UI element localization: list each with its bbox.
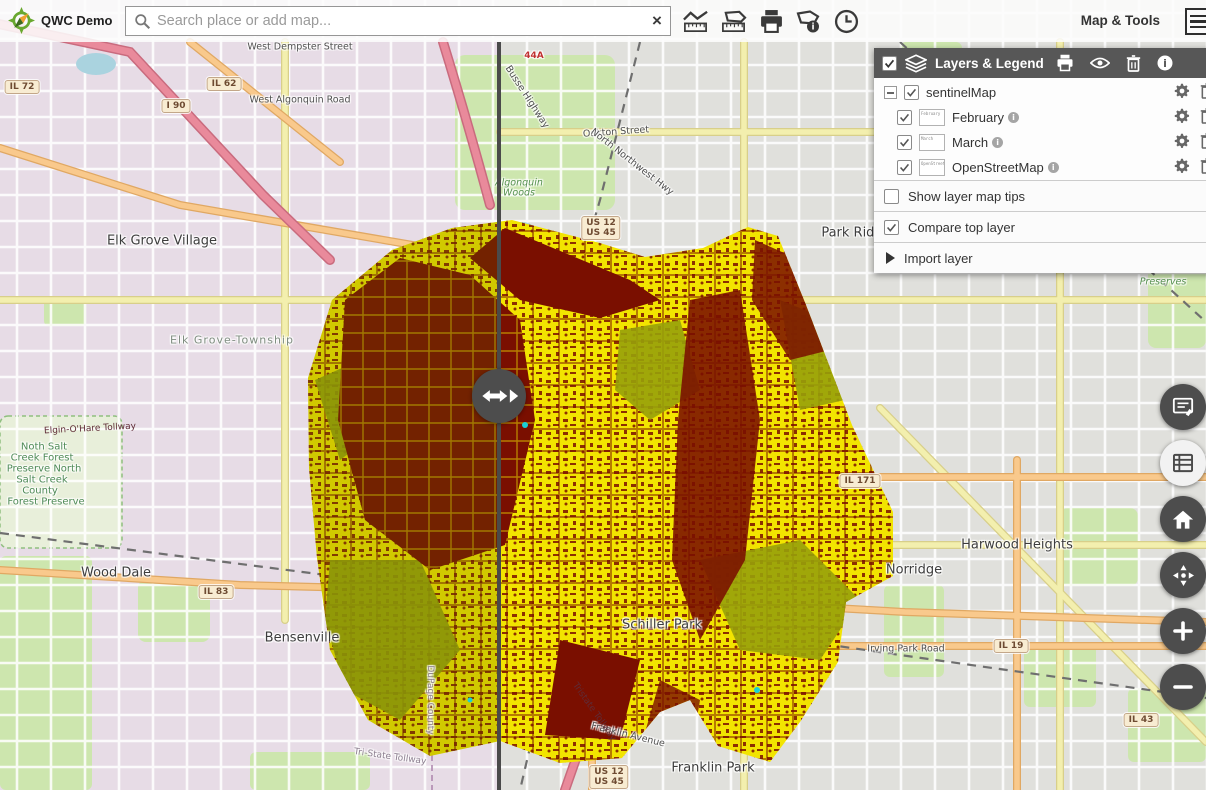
road-shield: IL 43	[1124, 713, 1159, 727]
print-icon	[759, 9, 784, 34]
group-label[interactable]: sentinelMap	[926, 85, 996, 100]
compare-label: Compare top layer	[908, 220, 1015, 235]
layer-row-february[interactable]: February February i	[874, 105, 1206, 130]
import-layer-row[interactable]: Import layer	[874, 242, 1206, 273]
top-bar: QWC Demo ×	[0, 0, 1206, 42]
layer-row-march[interactable]: March March i	[874, 130, 1206, 155]
time-button[interactable]	[831, 6, 861, 36]
compare-row[interactable]: Compare top layer	[874, 211, 1206, 242]
search-box[interactable]: ×	[125, 6, 671, 36]
measure-area-button[interactable]	[718, 6, 748, 36]
panel-trash-icon[interactable]	[1126, 55, 1141, 72]
compare-checkbox[interactable]	[884, 220, 899, 235]
road-shield: IL 171	[839, 474, 880, 488]
layer-group-row[interactable]: sentinelMap	[874, 80, 1206, 105]
panel-print-icon[interactable]	[1056, 54, 1074, 72]
layer-settings-icon[interactable]	[1174, 108, 1190, 127]
layer-settings-icon[interactable]	[1174, 133, 1190, 152]
plus-icon	[1173, 621, 1193, 641]
collapse-group-icon[interactable]	[884, 86, 897, 99]
zoom-in-button[interactable]	[1160, 608, 1206, 654]
layer-settings-icon[interactable]	[1174, 158, 1190, 177]
layer-trash-icon[interactable]	[1200, 158, 1206, 177]
home-icon	[1172, 509, 1194, 530]
attribute-table-button[interactable]	[1160, 440, 1206, 486]
layers-icon	[905, 54, 927, 73]
compare-slider-handle[interactable]	[472, 369, 526, 423]
group-trash-icon[interactable]	[1200, 83, 1206, 102]
layer-label[interactable]: February	[952, 110, 1004, 125]
import-layer-label: Import layer	[904, 251, 973, 266]
search-input[interactable]	[157, 13, 644, 29]
clock-icon	[834, 9, 859, 34]
sketch-icon	[1172, 396, 1194, 418]
layer-trash-icon[interactable]	[1200, 133, 1206, 152]
menu-burger-icon[interactable]	[1185, 8, 1206, 35]
feature-info-icon: i	[794, 9, 822, 34]
map-tips-checkbox[interactable]	[884, 189, 899, 204]
sketch-button[interactable]	[1160, 384, 1206, 430]
map-tips-label: Show layer map tips	[908, 189, 1025, 204]
attribute-table-icon	[1173, 453, 1193, 473]
map-tips-row[interactable]: Show layer map tips	[874, 180, 1206, 211]
road-shield: US 12US 45	[589, 765, 628, 789]
layers-panel: Layers & Legend	[874, 48, 1206, 273]
layer-info-icon[interactable]: i	[992, 137, 1003, 148]
svg-text:i: i	[1163, 57, 1167, 70]
measure-line-button[interactable]	[680, 6, 710, 36]
group-checkbox[interactable]	[904, 85, 919, 100]
zoom-out-button[interactable]	[1160, 664, 1206, 710]
print-button[interactable]	[756, 6, 786, 36]
road-shield: IL 83	[199, 585, 234, 599]
layer-label[interactable]: OpenStreetMap	[952, 160, 1044, 175]
road-shield: I 90	[161, 99, 190, 113]
svg-text:i: i	[811, 22, 814, 32]
group-settings-icon[interactable]	[1174, 83, 1190, 102]
layer-info-icon[interactable]: i	[1048, 162, 1059, 173]
panel-visibility-icon[interactable]	[1090, 56, 1110, 70]
feature-info-button[interactable]: i	[793, 6, 823, 36]
qwc-logo-icon	[8, 7, 35, 34]
layers-panel-title: Layers & Legend	[935, 56, 1044, 71]
road-shield: IL 62	[207, 77, 242, 91]
home-button[interactable]	[1160, 496, 1206, 542]
search-icon	[134, 13, 151, 30]
road-shield: IL 72	[5, 80, 40, 94]
compare-arrows-icon	[479, 387, 519, 405]
layers-panel-header: Layers & Legend	[874, 48, 1206, 78]
locate-icon	[1172, 564, 1195, 587]
road-shield: IL 19	[994, 639, 1029, 653]
minus-icon	[1173, 677, 1193, 697]
layer-thumbnail: OpenStreetMap	[919, 159, 945, 176]
locate-button[interactable]	[1160, 552, 1206, 598]
layers-master-checkbox[interactable]	[882, 56, 897, 71]
app-title: QWC Demo	[41, 13, 113, 28]
app-logo[interactable]: QWC Demo	[8, 7, 113, 34]
layer-checkbox[interactable]	[897, 135, 912, 150]
layer-thumbnail: March	[919, 134, 945, 151]
layer-trash-icon[interactable]	[1200, 108, 1206, 127]
search-clear-button[interactable]: ×	[644, 11, 670, 31]
panel-info-icon[interactable]: i	[1157, 55, 1173, 71]
layer-checkbox[interactable]	[897, 110, 912, 125]
measure-area-icon	[720, 9, 747, 34]
layer-row-openstreetmap[interactable]: OpenStreetMap OpenStreetMap i	[874, 155, 1206, 180]
layer-checkbox[interactable]	[897, 160, 912, 175]
layer-info-icon[interactable]: i	[1008, 112, 1019, 123]
road-shield: US 12US 45	[581, 216, 620, 240]
expand-arrow-icon[interactable]	[886, 252, 895, 264]
measure-line-icon	[682, 9, 709, 34]
map-tools-menu[interactable]: Map & Tools	[1081, 13, 1160, 28]
map-viewport[interactable]: West Dempster StreetWest Algonquin RoadO…	[0, 0, 1206, 790]
layer-label[interactable]: March	[952, 135, 988, 150]
layer-thumbnail: February	[919, 109, 945, 126]
